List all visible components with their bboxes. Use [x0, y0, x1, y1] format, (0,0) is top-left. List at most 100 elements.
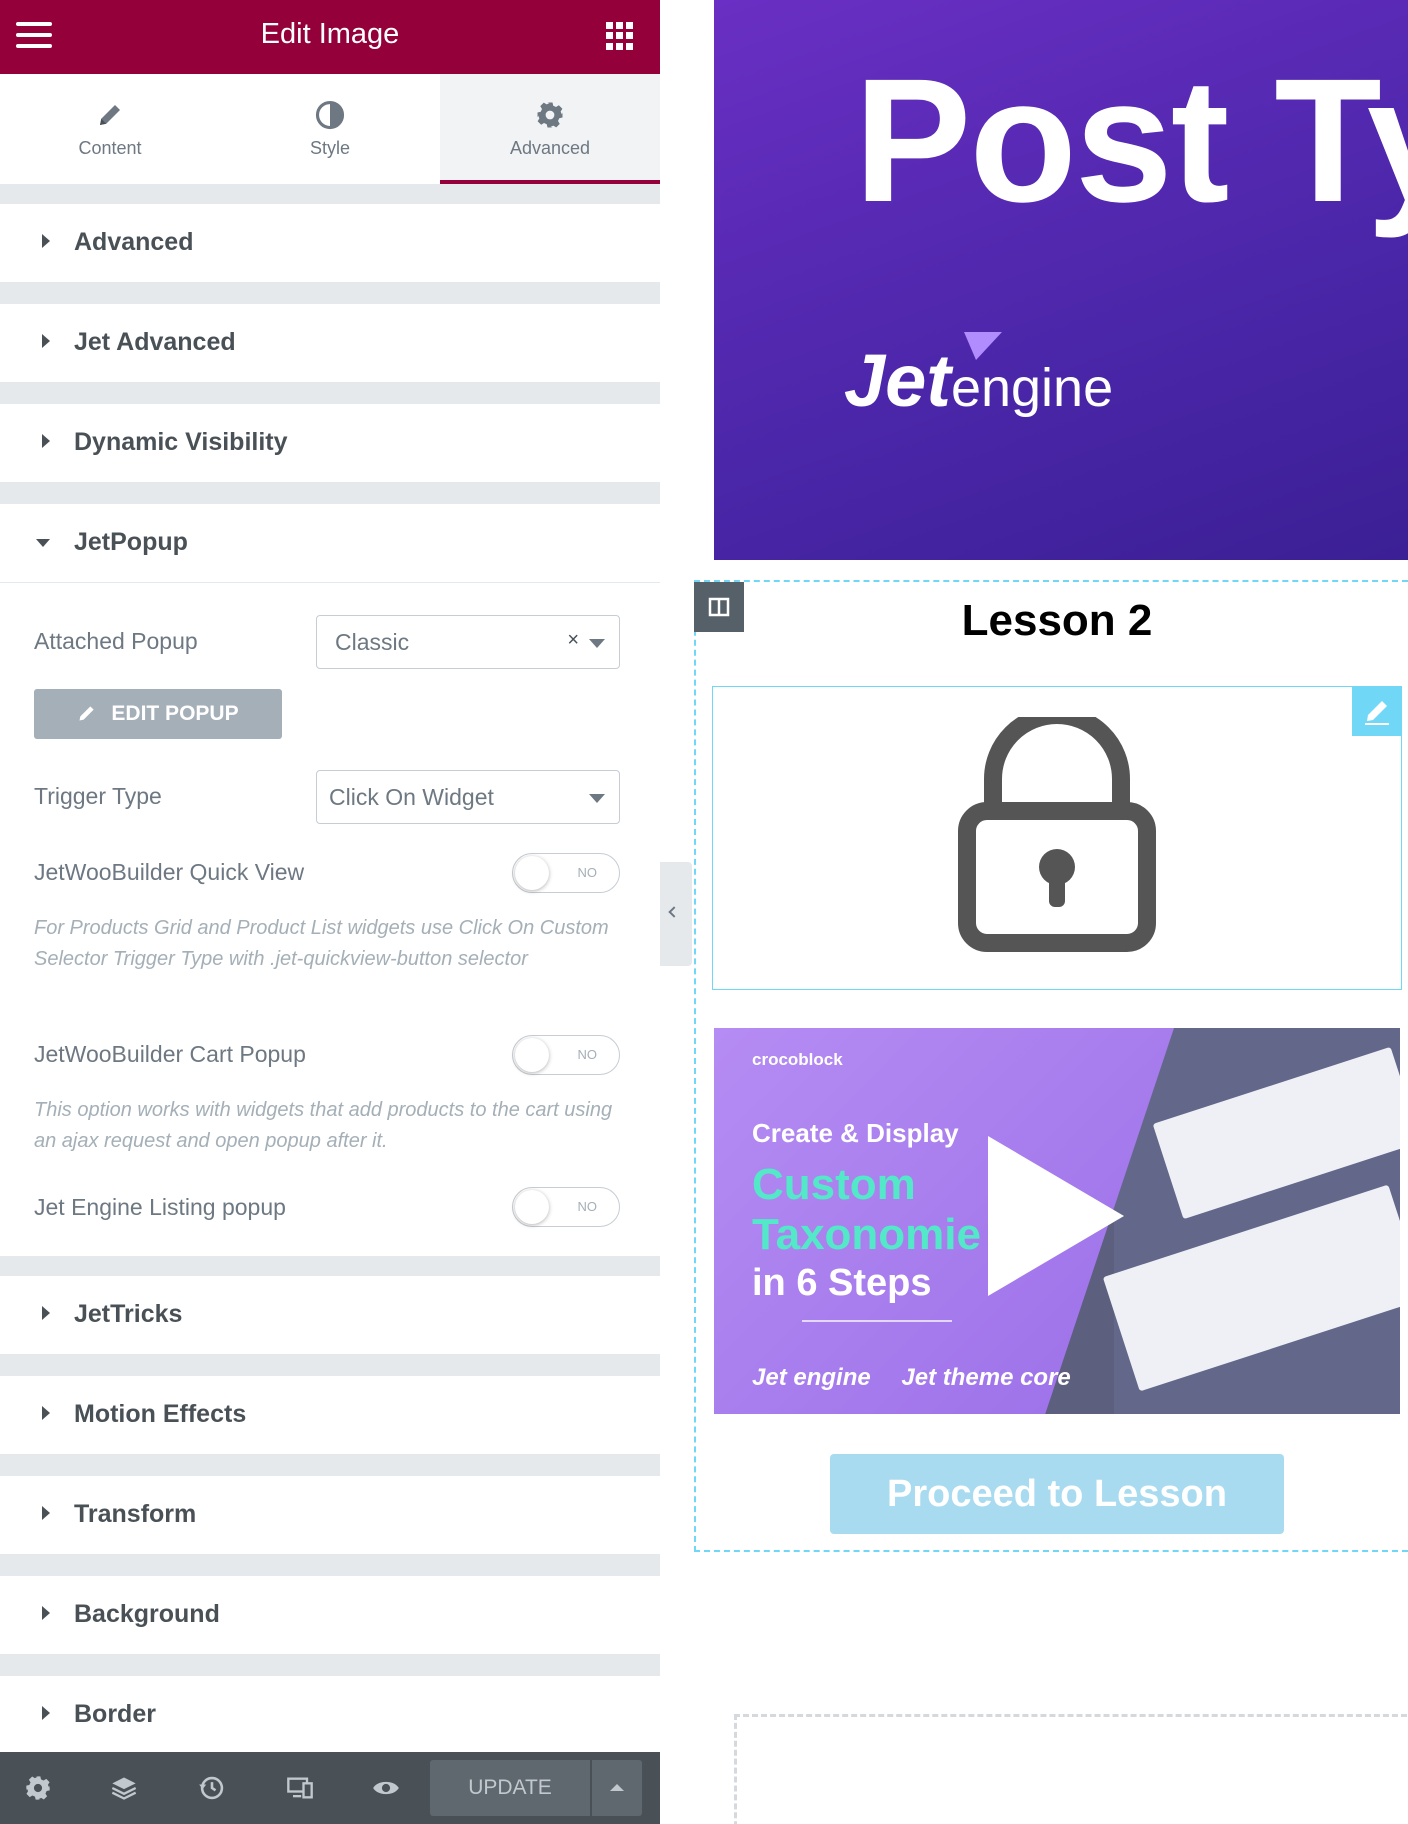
section-jettricks-label: JetTricks	[74, 1300, 183, 1328]
cart-popup-toggle[interactable]: NO	[512, 1035, 620, 1075]
caret-down-icon	[36, 539, 50, 547]
panel-collapse-handle[interactable]	[660, 862, 692, 966]
responsive-icon[interactable]	[286, 1774, 314, 1802]
video-brand: crocoblock	[752, 1050, 843, 1069]
cart-popup-state: NO	[577, 1047, 598, 1062]
caret-right-icon	[42, 1706, 50, 1720]
jetengine-logo: Jetengine	[844, 332, 1114, 423]
caret-right-icon	[42, 434, 50, 448]
video-thumbnail[interactable]: crocoblock Create & Display Custom Taxon…	[714, 1028, 1400, 1414]
section-dynamic-visibility-label: Dynamic Visibility	[74, 428, 288, 456]
attached-popup-select[interactable]: Classic ×	[316, 615, 620, 669]
section-dynamic-visibility[interactable]: Dynamic Visibility	[0, 404, 660, 482]
video-line-1: Create & Display	[752, 1118, 959, 1148]
settings-icon[interactable]	[24, 1774, 52, 1802]
hero-headline: Post Ty	[854, 43, 1408, 239]
caret-right-icon	[42, 1306, 50, 1320]
cart-popup-label: JetWooBuilder Cart Popup	[34, 1041, 306, 1067]
image-widget[interactable]	[712, 686, 1402, 990]
caret-right-icon	[42, 1406, 50, 1420]
attached-popup-label: Attached Popup	[34, 628, 198, 654]
clear-icon[interactable]: ×	[567, 629, 579, 652]
caret-right-icon	[42, 1506, 50, 1520]
tab-advanced-label: Advanced	[509, 138, 591, 158]
section-background-label: Background	[74, 1600, 220, 1628]
caret-right-icon	[42, 234, 50, 248]
edit-popup-label: EDIT POPUP	[111, 702, 239, 725]
brand-jetengine: Jet engine	[752, 1364, 871, 1391]
video-line-2a: Custom	[752, 1160, 916, 1209]
section-transform[interactable]: Transform	[0, 1476, 660, 1554]
section-border[interactable]: Border	[0, 1676, 660, 1754]
cart-popup-description: This option works with widgets that add …	[34, 1099, 613, 1152]
video-line-2b: Taxonomie	[752, 1210, 982, 1259]
section-motion-effects-label: Motion Effects	[74, 1400, 247, 1428]
section-jetpopup-label: JetPopup	[74, 528, 188, 556]
pencil-icon	[79, 706, 95, 721]
chevron-left-icon	[668, 906, 680, 918]
layers-icon[interactable]	[110, 1774, 138, 1802]
play-icon[interactable]	[988, 1136, 1124, 1296]
attached-popup-value: Classic	[335, 629, 410, 655]
section-jettricks[interactable]: JetTricks	[0, 1276, 660, 1354]
proceed-button[interactable]: Proceed to Lesson	[830, 1454, 1284, 1534]
widgets-grid-icon[interactable]	[606, 22, 634, 50]
column-handle[interactable]	[694, 582, 744, 632]
lesson-title: Lesson 2	[961, 596, 1153, 645]
quick-view-label: JetWooBuilder Quick View	[34, 859, 305, 885]
chevron-down-icon	[589, 639, 605, 648]
video-brands: Jet engine Jet theme core	[752, 1364, 1095, 1392]
widget-edit-handle[interactable]	[1352, 686, 1402, 736]
tab-style[interactable]: Style	[220, 74, 440, 184]
editor-panel: Edit Image Content Style Advanced Advanc…	[0, 0, 660, 1824]
video-line-2: Custom Taxonomie	[752, 1160, 981, 1260]
video-underline	[802, 1320, 952, 1322]
pencil-icon	[100, 105, 120, 125]
section-background[interactable]: Background	[0, 1576, 660, 1654]
logo-triangle-icon	[964, 332, 1002, 360]
caret-right-icon	[42, 334, 50, 348]
toggle-knob	[515, 1038, 549, 1072]
logo-jet: Jet	[844, 339, 951, 422]
tab-advanced[interactable]: Advanced	[440, 74, 660, 184]
section-advanced-label: Advanced	[74, 228, 194, 256]
section-transform-label: Transform	[74, 1500, 197, 1528]
preview-eye-icon[interactable]	[372, 1774, 400, 1802]
quick-view-description: For Products Grid and Product List widge…	[34, 917, 609, 970]
jetpopup-controls: Attached Popup Classic × EDIT POPUP Trig…	[0, 582, 660, 1256]
tab-content-label: Content	[78, 138, 142, 158]
section-border-label: Border	[74, 1700, 156, 1728]
hero-banner: Post Ty Jetengine	[714, 0, 1408, 560]
section-jet-advanced-label: Jet Advanced	[74, 328, 236, 356]
lock-icon	[958, 717, 1156, 952]
panel-title: Edit Image	[260, 18, 400, 50]
brand-jettheme: Jet theme core	[901, 1364, 1071, 1391]
section-jet-advanced[interactable]: Jet Advanced	[0, 304, 660, 382]
listing-popup-toggle[interactable]: NO	[512, 1187, 620, 1227]
logo-engine: engine	[950, 358, 1114, 418]
quick-view-state: NO	[577, 865, 598, 880]
panel-footer: UPDATE	[0, 1752, 660, 1824]
update-button[interactable]: UPDATE	[430, 1760, 590, 1816]
edit-popup-button[interactable]: EDIT POPUP	[34, 689, 282, 739]
toggle-knob	[515, 1190, 549, 1224]
trigger-type-select[interactable]: Click On Widget	[316, 770, 620, 824]
toggle-knob	[515, 856, 549, 890]
chevron-down-icon	[589, 794, 605, 803]
gear-icon	[537, 102, 563, 128]
column-icon	[708, 597, 730, 617]
listing-popup-label: Jet Engine Listing popup	[34, 1194, 286, 1220]
trigger-type-value: Click On Widget	[329, 784, 494, 810]
listing-popup-state: NO	[577, 1199, 598, 1214]
contrast-icon	[315, 100, 345, 130]
section-motion-effects[interactable]: Motion Effects	[0, 1376, 660, 1454]
section-jetpopup[interactable]: JetPopup	[0, 504, 660, 582]
panel-header: Edit Image	[0, 0, 660, 74]
empty-section-placeholder[interactable]	[734, 1714, 1408, 1824]
quick-view-toggle[interactable]: NO	[512, 853, 620, 893]
update-options-button[interactable]	[592, 1760, 642, 1816]
panel-tabs: Content Style Advanced	[0, 74, 660, 184]
section-advanced[interactable]: Advanced	[0, 204, 660, 282]
history-icon[interactable]	[198, 1774, 226, 1802]
tab-content[interactable]: Content	[0, 74, 220, 184]
